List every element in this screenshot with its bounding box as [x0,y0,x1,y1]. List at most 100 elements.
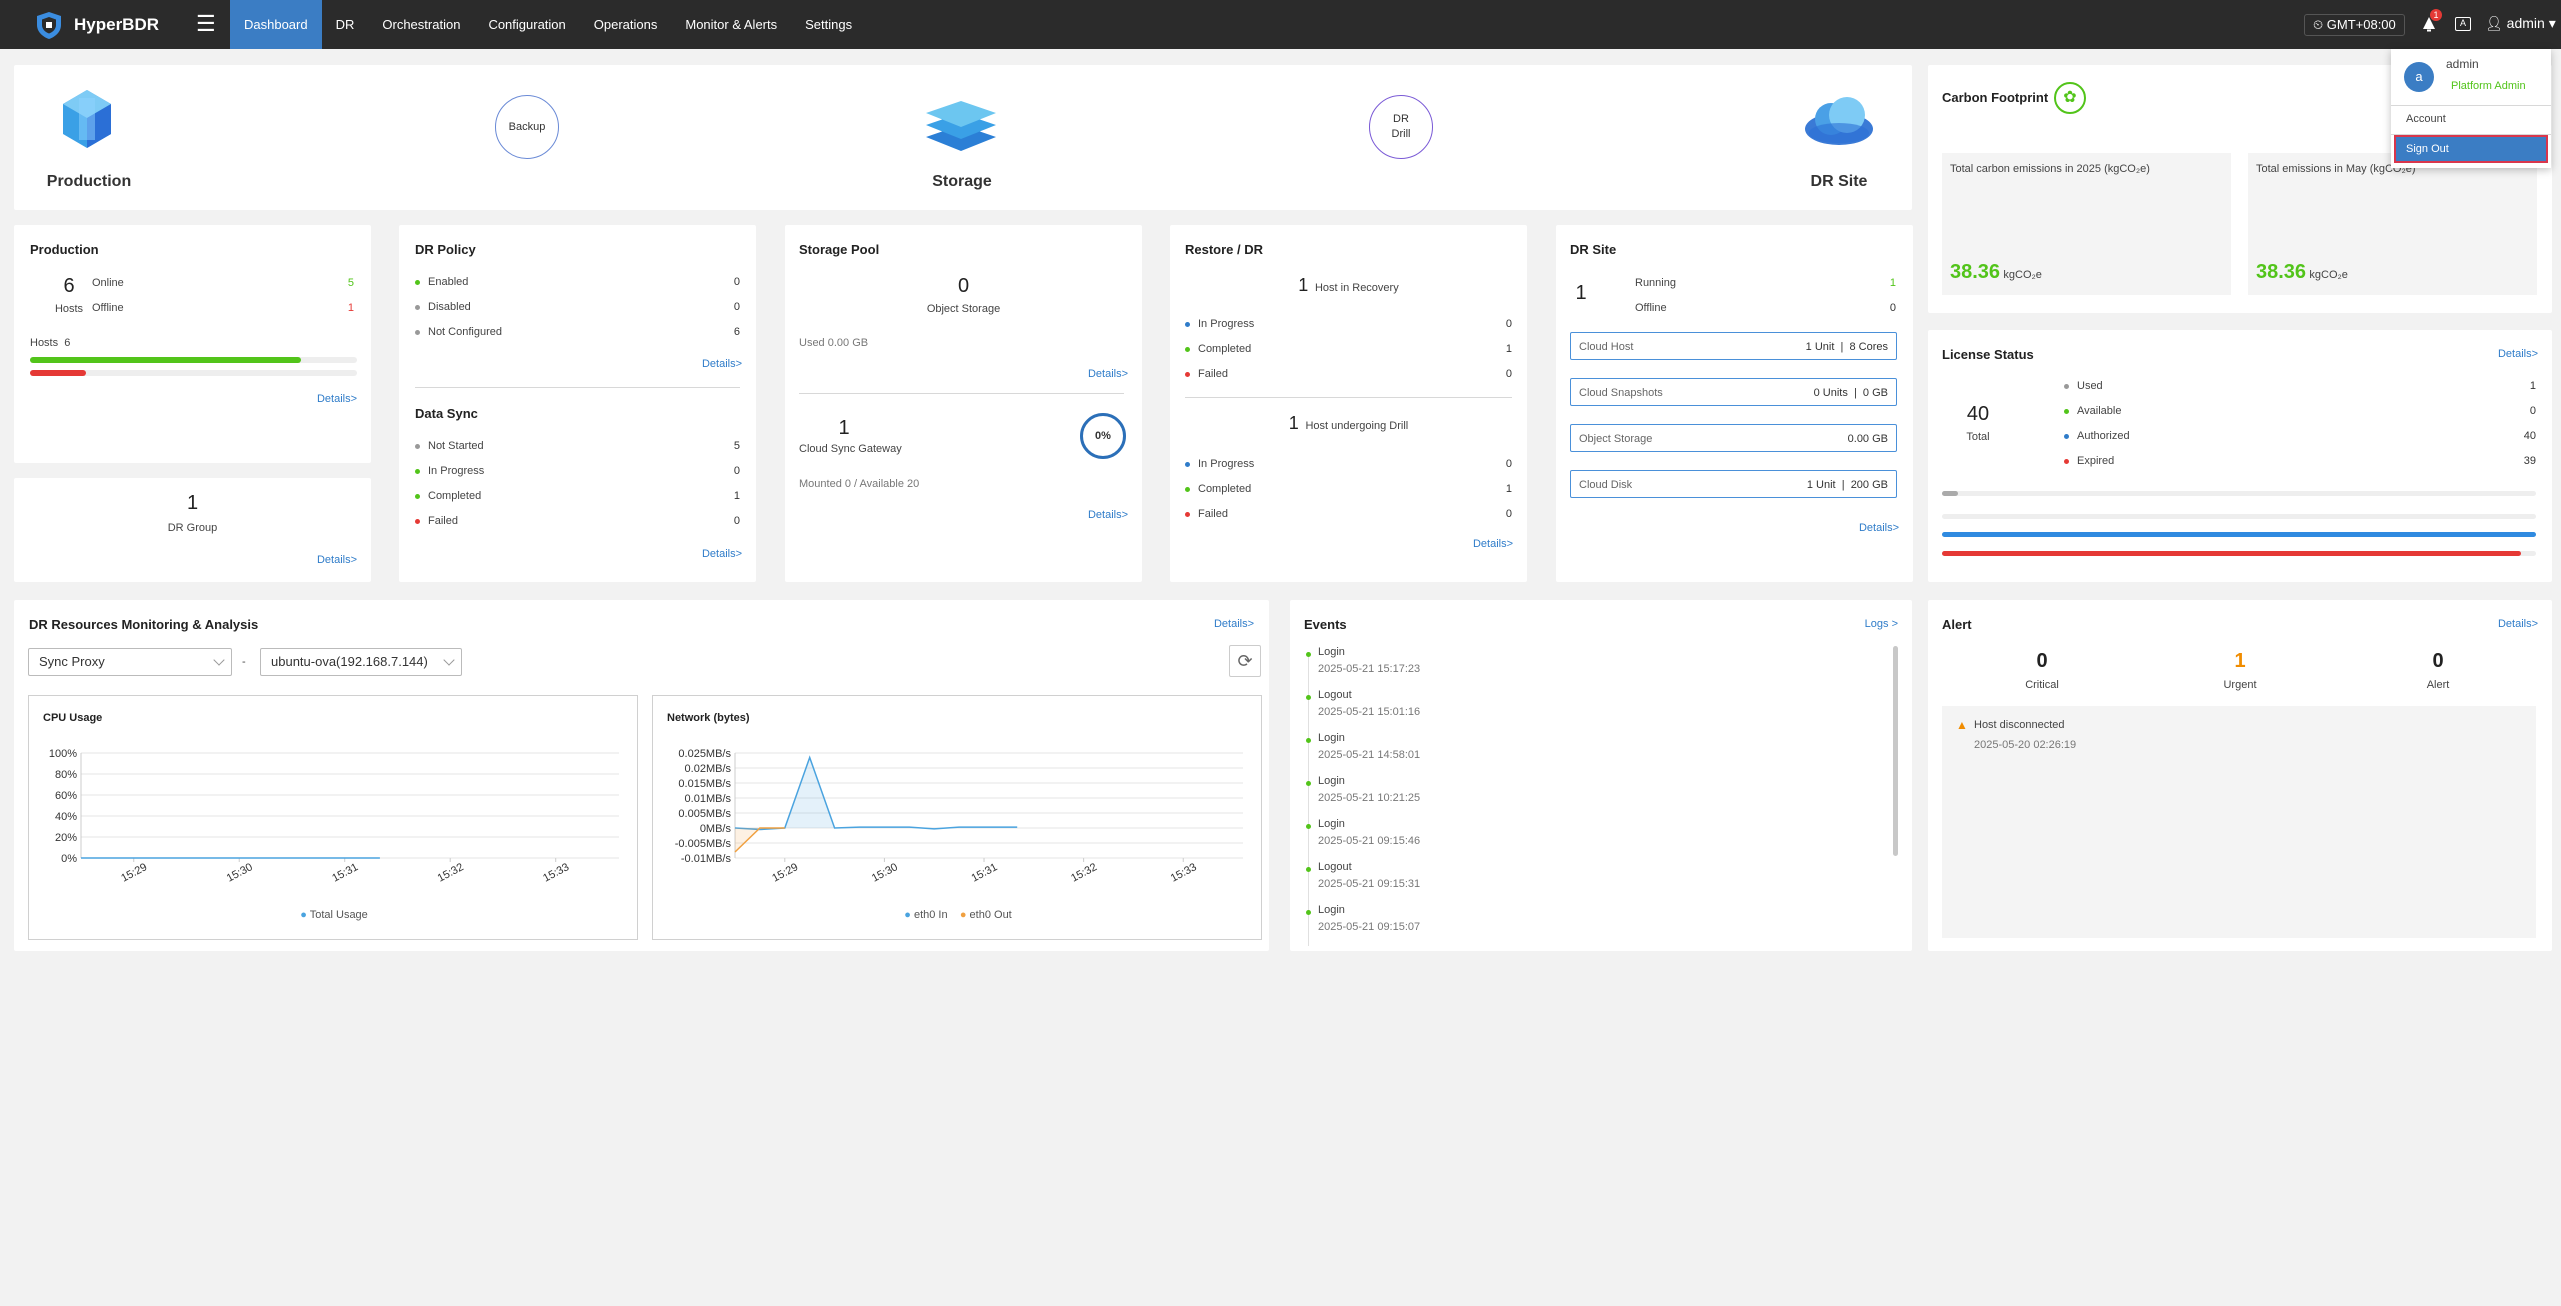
dr-offline-label: Offline [1635,302,1667,314]
offline-bar-track [30,370,357,376]
alert-item-title[interactable]: Host disconnected [1974,719,2065,731]
footprint-icon: ✿ [2054,82,2086,114]
proxy-value: Sync Proxy [39,654,105,669]
restore-details-link[interactable]: Details> [1473,538,1513,550]
flow-production-label: Production [46,173,132,190]
carbon-may-unit: kgCO₂e [2309,269,2348,281]
license-used-fill [1942,491,1958,496]
dr-site-details-link[interactable]: Details> [1859,522,1899,534]
y-tick-label: 0.01MB/s [685,793,732,805]
storage-used: Used 0.00 GB [799,337,869,349]
policy-dot-icon [415,280,420,285]
menu-configuration[interactable]: Configuration [474,0,579,49]
event-type[interactable]: Login [1318,775,1345,787]
menu-monitor-alerts[interactable]: Monitor & Alerts [671,0,791,49]
alert-label: Alert [2426,679,2450,691]
event-type[interactable]: Logout [1318,689,1352,701]
divider [2391,105,2551,106]
hamburger-menu-icon[interactable]: ☰ [196,13,216,35]
proxy-select[interactable]: Sync Proxy [28,648,232,676]
legend-dot-icon: ● [300,909,307,921]
dr-group-details-link[interactable]: Details> [317,554,357,566]
license-authorized-track [1942,532,2536,537]
y-tick-label: 20% [55,832,77,844]
language-icon[interactable]: A [2455,17,2471,31]
online-value: 5 [347,277,354,289]
event-type[interactable]: Login [1318,646,1345,658]
dr-drill-node[interactable]: DR Drill [1369,95,1433,159]
recovery-label: Host in Recovery [1314,282,1399,294]
y-tick-label: 80% [55,769,77,781]
urgent-label: Urgent [2223,679,2257,691]
cpu-legend-label: Total Usage [309,909,368,921]
recovery-summary: 1 Host in Recovery [1170,275,1527,296]
policy-label: Enabled [428,276,469,288]
storage-pool-card: Storage Pool 0 Object Storage Used 0.00 … [785,225,1142,582]
x-tick-label: 15:33 [1169,861,1199,885]
license-dot-icon [2064,434,2069,439]
event-type[interactable]: Logout [1318,861,1352,873]
event-type[interactable]: Login [1318,904,1345,916]
production-details-link[interactable]: Details> [317,393,357,405]
legend-in[interactable]: ● eth0 In [904,909,947,921]
x-tick-label: 15:31 [330,861,360,885]
events-logs-link[interactable]: Logs > [1865,618,1898,630]
menu-dr[interactable]: DR [322,0,369,49]
license-value: 39 [2523,455,2536,467]
network-legend: ● eth0 In ● eth0 Out [653,909,1263,921]
cpu-legend[interactable]: ● Total Usage [29,909,639,921]
top-navbar: HyperBDR ☰ Dashboard DR Orchestration Co… [0,0,2561,49]
storage-pool-details-link-1[interactable]: Details> [1088,368,1128,380]
event-type[interactable]: Login [1318,818,1345,830]
carbon-title: Carbon Footprint [1942,90,2049,105]
dr-site-box[interactable]: Cloud Disk 1 Unit | 200 GB [1570,470,1897,498]
notification-badge: 1 [2430,9,2442,21]
dr-site-box[interactable]: Cloud Snapshots 0 Units | 0 GB [1570,378,1897,406]
menu-dashboard[interactable]: Dashboard [230,0,322,49]
alert-details-link[interactable]: Details> [2498,618,2538,630]
backup-node[interactable]: Backup [495,95,559,159]
policy-label: Disabled [428,301,471,313]
monitoring-details-link[interactable]: Details> [1214,618,1254,630]
alert-stat: 0 Alert [2398,650,2478,691]
events-card: Events Logs > Login 2025-05-21 15:17:23 Lo… [1290,600,1912,951]
license-details-link[interactable]: Details> [2498,348,2538,360]
sign-out-button[interactable]: Sign Out [2394,135,2548,163]
timezone-selector[interactable]: ⏲ GMT+08:00 [2304,14,2405,36]
restore-dr-title: Restore / DR [1185,242,1264,257]
carbon-box-may: Total emissions in May (kgCO₂e) 38.36 kg… [2248,153,2537,295]
drill-label: Host undergoing Drill [1305,420,1409,432]
dr-site-box[interactable]: Object Storage 0.00 GB [1570,424,1897,452]
account-menu-item[interactable]: Account [2406,113,2446,125]
menu-orchestration[interactable]: Orchestration [368,0,474,49]
offline-bar-fill [30,370,86,376]
refresh-button[interactable]: ⟳ [1229,645,1261,677]
sync-dot-icon [415,444,420,449]
x-tick-label: 15:30 [225,861,255,885]
carbon-2025-number: 38.36 [1950,261,2001,283]
events-scrollbar[interactable] [1893,646,1898,856]
legend-out[interactable]: ● eth0 Out [960,909,1012,921]
event-time: 2025-05-21 10:21:25 [1318,792,1421,804]
gateway-percent: 0% [1095,430,1111,442]
cloud-icon [1805,97,1873,145]
dr-policy-title: DR Policy [415,242,476,257]
restore-dr-card: Restore / DR 1 Host in Recovery In Progr… [1170,225,1527,582]
select-separator: - [242,656,246,668]
license-value: 1 [2529,380,2536,392]
dr-site-box[interactable]: Cloud Host 1 Unit | 8 Cores [1570,332,1897,360]
data-sync-details-link[interactable]: Details> [702,548,742,560]
event-type[interactable]: Login [1318,732,1345,744]
sync-label: Completed [428,490,482,502]
brand-logo[interactable]: HyperBDR [34,9,159,41]
monitoring-title: DR Resources Monitoring & Analysis [29,617,259,632]
storage-pool-details-link-2[interactable]: Details> [1088,509,1128,521]
host-select[interactable]: ubuntu-ova(192.168.7.144) [260,648,462,676]
dr-site-card: DR Site 1 Running 1 Offline 0 Cloud Host… [1556,225,1913,582]
dr-policy-details-link[interactable]: Details> [702,358,742,370]
menu-operations[interactable]: Operations [580,0,672,49]
user-menu-trigger[interactable]: 👤︎ admin ▾ [2485,15,2556,32]
menu-settings[interactable]: Settings [791,0,866,49]
y-tick-label: 60% [55,790,77,802]
gateway-count: 1 [838,417,850,439]
